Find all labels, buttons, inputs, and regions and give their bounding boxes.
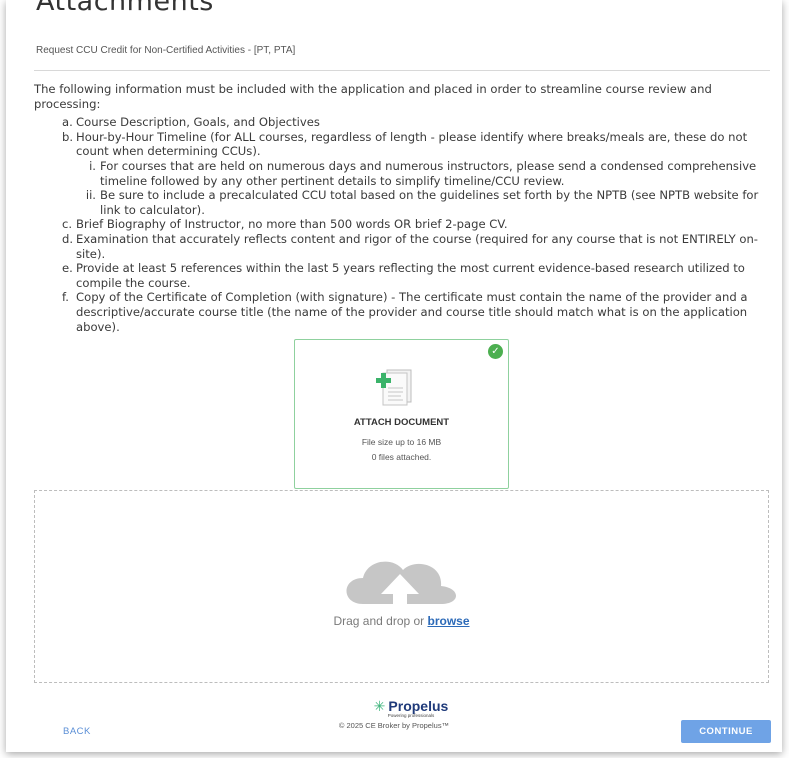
propelus-logo: ✳ Propelus Powering professionals	[366, 698, 456, 718]
continue-button[interactable]: CONTINUE	[681, 720, 771, 743]
list-item-text: Hour-by-Hour Timeline (for ALL courses, …	[76, 129, 748, 159]
instructions: The following information must be includ…	[34, 82, 774, 334]
attachments-panel: Attachments Request CCU Credit for Non-C…	[6, 0, 782, 752]
sub-list: i. For courses that are held on numerous…	[76, 159, 774, 217]
files-attached-count: 0 files attached.	[371, 452, 432, 462]
file-size-note: File size up to 16 MB	[361, 437, 442, 447]
list-item-text: Copy of the Certificate of Completion (w…	[76, 290, 748, 334]
list-marker: e.	[62, 261, 73, 276]
list-item: c. Brief Biography of Instructor, no mor…	[34, 217, 774, 232]
page-title: Attachments	[36, 0, 214, 17]
attach-document-label: ATTACH DOCUMENT	[353, 417, 450, 428]
back-button[interactable]: BACK	[59, 724, 95, 739]
copyright: © 2025 CE Broker by Propelus™	[338, 721, 450, 730]
list-item-text: Provide at least 5 references within the…	[76, 261, 745, 290]
list-item: b. Hour-by-Hour Timeline (for ALL course…	[34, 130, 774, 218]
dropzone-prompt: Drag and drop or	[333, 614, 428, 628]
brand-name: Propelus	[388, 698, 449, 714]
list-item-text: For courses that are held on numerous da…	[100, 158, 757, 188]
requirements-list: a. Course Description, Goals, and Object…	[34, 115, 774, 334]
list-item-text: Be sure to include a precalculated CCU t…	[100, 188, 759, 217]
list-marker: ii.	[85, 188, 96, 203]
check-circle-icon: ✓	[488, 344, 503, 359]
list-marker: a.	[62, 115, 73, 130]
page-subtitle: Request CCU Credit for Non-Certified Act…	[36, 45, 296, 56]
list-item-text: Course Description, Goals, and Objective…	[76, 115, 320, 130]
file-dropzone[interactable]: Drag and drop or browse	[34, 490, 769, 683]
sub-list-item: i. For courses that are held on numerous…	[76, 159, 774, 188]
attach-document-button[interactable]: ✓ ATTACH DOCUMENT File size up to 16 MB …	[294, 339, 509, 489]
propelus-star-icon: ✳	[373, 698, 386, 714]
list-marker: b.	[62, 129, 74, 144]
list-marker: d.	[62, 231, 74, 246]
list-marker: c.	[62, 217, 73, 232]
divider	[34, 70, 770, 71]
sub-list-item: ii. Be sure to include a precalculated C…	[76, 188, 774, 217]
instructions-intro: The following information must be includ…	[34, 82, 712, 111]
list-marker: f.	[62, 290, 69, 305]
list-marker: i.	[89, 158, 96, 173]
dropzone-text: Drag and drop or browse	[35, 614, 768, 628]
list-item: e. Provide at least 5 references within …	[34, 261, 774, 290]
list-item: d. Examination that accurately reflects …	[34, 232, 774, 261]
browse-link[interactable]: browse	[428, 614, 470, 628]
list-item-text: Brief Biography of Instructor, no more t…	[76, 217, 508, 232]
list-item: f. Copy of the Certificate of Completion…	[34, 290, 774, 334]
list-item-text: Examination that accurately reflects con…	[76, 231, 758, 261]
list-item: a. Course Description, Goals, and Object…	[34, 115, 774, 130]
document-icon	[376, 369, 412, 406]
